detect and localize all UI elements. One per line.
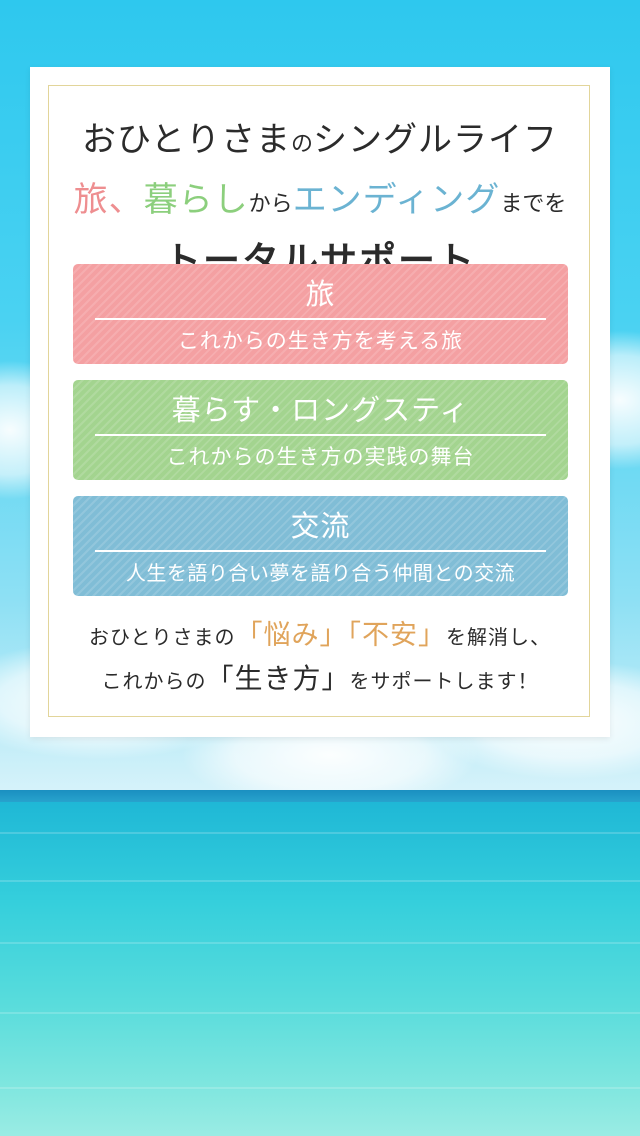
headline-travel: 旅、 [73, 180, 144, 220]
footer-text: これからの [101, 669, 207, 693]
headline-ending: エンディング [292, 180, 501, 220]
exchange-box[interactable]: 交流 人生を語り合い夢を語り合う仲間との交流 [73, 496, 568, 596]
bracket-open: 「 [235, 620, 264, 651]
footer-text: を解消し、 [445, 625, 551, 649]
wave [0, 1012, 640, 1014]
headline-text: おひとりさま [82, 120, 291, 160]
divider [95, 434, 546, 436]
headline-text: までを [500, 192, 567, 217]
footer-line-2: これからの「生き方」をサポートします！ [30, 658, 610, 702]
travel-box-subtitle: これからの生き方を考える旅 [177, 329, 464, 353]
bracket-close: 」 [321, 664, 350, 695]
long-stay-box[interactable]: 暮らす・ロングスティ これからの生き方の実践の舞台 [73, 380, 568, 480]
bracket-open: 「 [347, 620, 362, 651]
long-stay-box-title: 暮らす・ロングスティ [171, 393, 470, 427]
headline: おひとりさまのシングルライフ 旅、暮らしからエンディングまでを トータルサポート [30, 113, 610, 288]
headline-text: から [248, 192, 293, 217]
headline-text: の [290, 132, 313, 157]
bracket-close: 」 [319, 620, 348, 651]
footer-message: おひとりさまの「悩み」「不安」を解消し、 これからの「生き方」をサポートします！ [30, 615, 610, 702]
bracket-close: 」 [417, 620, 446, 651]
footer-line-1: おひとりさまの「悩み」「不安」を解消し、 [30, 615, 610, 658]
wave [0, 880, 640, 882]
divider [95, 318, 546, 320]
headline-line-1: おひとりさまのシングルライフ [30, 113, 610, 173]
wave [0, 832, 640, 834]
sea [0, 802, 640, 1136]
exchange-box-subtitle: 人生を語り合い夢を語り合う仲間との交流 [125, 561, 516, 585]
headline-line-2: 旅、暮らしからエンディングまでを [30, 173, 610, 233]
footer-text: おひとりさまの [89, 625, 236, 649]
headline-living: 暮らし [143, 180, 249, 220]
headline-text: シングルライフ [313, 120, 558, 160]
footer-highlight-worries: 悩み [263, 620, 320, 651]
bracket-open: 「 [206, 664, 235, 695]
divider [95, 550, 546, 552]
travel-box-title: 旅 [305, 277, 336, 311]
long-stay-box-subtitle: これからの生き方の実践の舞台 [166, 445, 475, 469]
wave [0, 942, 640, 944]
footer-highlight-way-of-life: 生き方 [234, 662, 322, 695]
info-card: おひとりさまのシングルライフ 旅、暮らしからエンディングまでを トータルサポート… [30, 67, 610, 737]
footer-highlight-anxiety: 不安 [361, 620, 418, 651]
exchange-box-title: 交流 [290, 509, 351, 543]
travel-box[interactable]: 旅 これからの生き方を考える旅 [73, 264, 568, 364]
wave [0, 1087, 640, 1089]
footer-text: をサポートします！ [349, 669, 539, 693]
